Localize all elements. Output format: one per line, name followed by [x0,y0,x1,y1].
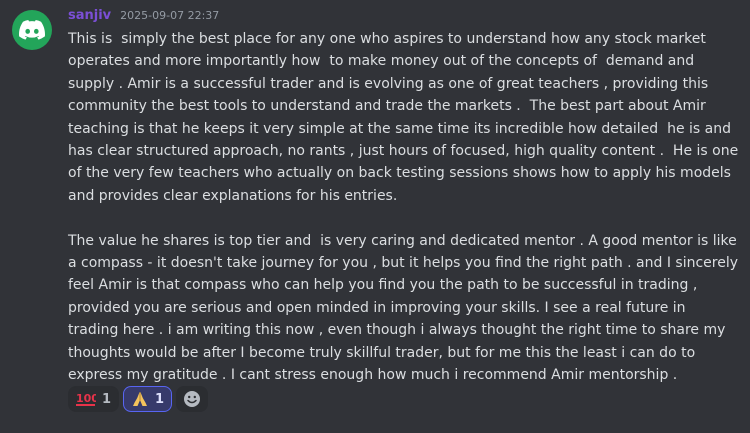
hundred-points-icon: 100 [76,391,96,407]
message-header: sanjiv 2025-09-07 22:37 [68,8,219,26]
avatar[interactable] [12,10,52,50]
reaction-folded-hands[interactable]: 1 [123,386,173,412]
folded-hands-icon [131,391,149,407]
discord-logo-icon [19,20,45,40]
username[interactable]: sanjiv [68,8,111,23]
timestamp: 2025-09-07 22:37 [120,9,220,22]
reactions-bar: 100 1 1 [68,386,209,412]
add-reaction-button[interactable] [176,386,209,412]
message-paragraph: This is simply the best place for any on… [68,31,743,204]
chat-message: sanjiv 2025-09-07 22:37 This is simply t… [0,0,750,433]
reaction-count: 1 [155,391,165,407]
message-content: This is simply the best place for any on… [68,28,740,386]
reaction-count: 1 [102,391,112,407]
svg-text:100: 100 [76,392,96,405]
add-reaction-icon [184,391,201,407]
message-paragraph: The value he shares is top tier and is v… [68,232,743,384]
reaction-hundred-points[interactable]: 100 1 [68,386,120,412]
